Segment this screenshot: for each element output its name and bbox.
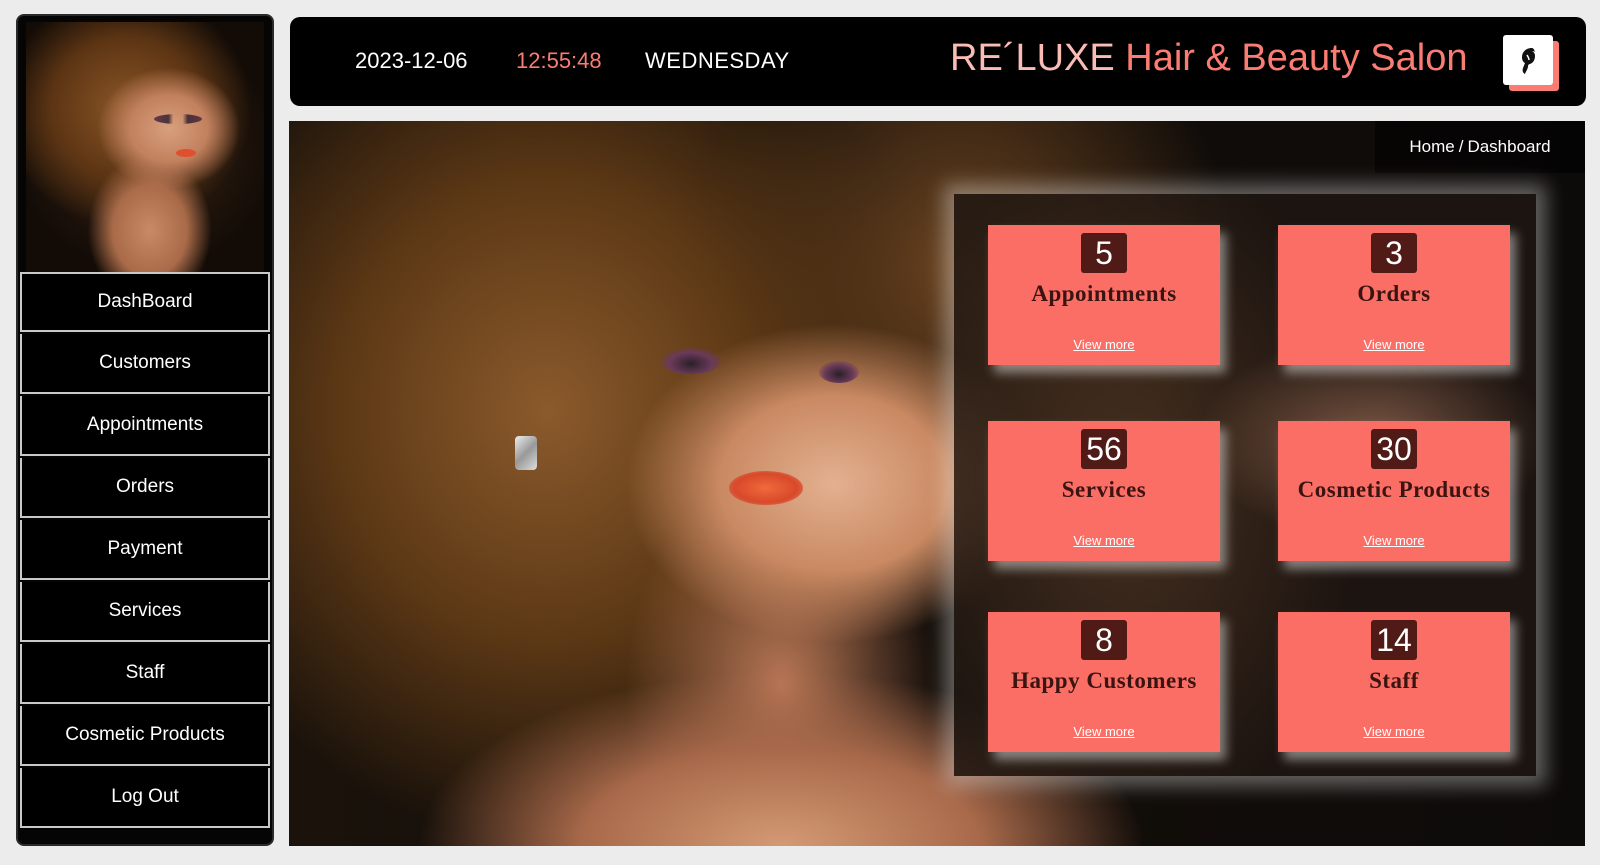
hero-earring: [515, 436, 537, 470]
stat-label: Services: [1061, 477, 1147, 502]
stat-count: 8: [1081, 620, 1127, 660]
view-more-link[interactable]: View more: [1278, 724, 1510, 739]
header-day: WEDNESDAY: [645, 48, 790, 73]
stat-card-happy-customers: 8 Happy Customers View more: [988, 612, 1220, 752]
stat-label: Orders: [1357, 281, 1431, 306]
stat-count: 14: [1371, 620, 1417, 660]
profile-photo: [26, 22, 264, 276]
sidebar-item-dashboard[interactable]: DashBoard: [20, 272, 270, 332]
view-more-link[interactable]: View more: [988, 724, 1220, 739]
stat-count: 5: [1081, 233, 1127, 273]
stat-card-orders: 3 Orders View more: [1278, 225, 1510, 365]
header-date: 2023-12-06: [355, 48, 468, 73]
hero-eye-right: [819, 361, 859, 383]
photo-eyes: [154, 114, 202, 124]
header-time: 12:55:48: [516, 48, 602, 73]
photo-lips: [176, 149, 196, 157]
stat-count: 56: [1081, 429, 1127, 469]
sidebar-item-customers[interactable]: Customers: [20, 334, 270, 394]
stat-label: Cosmetic Products: [1297, 477, 1491, 502]
stat-card-appointments: 5 Appointments View more: [988, 225, 1220, 365]
stat-card-staff: 14 Staff View more: [1278, 612, 1510, 752]
view-more-link[interactable]: View more: [988, 533, 1220, 548]
view-more-link[interactable]: View more: [1278, 533, 1510, 548]
stat-label: Appointments: [1031, 281, 1177, 306]
breadcrumb-separator: /: [1458, 137, 1464, 156]
hero-lips: [729, 471, 803, 505]
sidebar-item-cosmetic-products[interactable]: Cosmetic Products: [20, 706, 270, 766]
stat-count: 3: [1371, 233, 1417, 273]
hero-eye-left: [661, 348, 721, 374]
stat-card-cosmetic-products: 30 Cosmetic Products View more: [1278, 421, 1510, 561]
sidebar-item-payment[interactable]: Payment: [20, 520, 270, 580]
app-window: DashBoard Customers Appointments Orders …: [0, 0, 1600, 865]
stat-count: 30: [1371, 429, 1417, 469]
brand-subtitle: Hair & Beauty Salon: [1114, 37, 1468, 79]
main-content: Home / Dashboard 5 Appointments View mor…: [289, 121, 1585, 846]
stat-label: Staff: [1369, 668, 1419, 693]
sidebar-item-appointments[interactable]: Appointments: [20, 396, 270, 456]
view-more-link[interactable]: View more: [988, 337, 1220, 352]
brand-name: RE´LUXE: [950, 37, 1115, 79]
breadcrumb-home[interactable]: Home: [1409, 137, 1454, 157]
top-header: 2023-12-06 12:55:48 WEDNESDAY RE´LUXE Ha…: [290, 17, 1586, 106]
sidebar-item-services[interactable]: Services: [20, 582, 270, 642]
breadcrumb-current: Dashboard: [1467, 137, 1551, 156]
sidebar: DashBoard Customers Appointments Orders …: [16, 14, 274, 846]
stats-panel: 5 Appointments View more 3 Orders View m…: [954, 194, 1536, 776]
sidebar-nav: DashBoard Customers Appointments Orders …: [18, 272, 272, 830]
sidebar-item-logout[interactable]: Log Out: [20, 768, 270, 828]
sidebar-item-staff[interactable]: Staff: [20, 644, 270, 704]
woman-silhouette-icon[interactable]: [1503, 35, 1553, 85]
sidebar-item-orders[interactable]: Orders: [20, 458, 270, 518]
stat-card-services: 56 Services View more: [988, 421, 1220, 561]
view-more-link[interactable]: View more: [1278, 337, 1510, 352]
stat-label: Happy Customers: [1011, 668, 1197, 693]
brand-title: RE´LUXE Hair & Beauty Salon: [950, 37, 1467, 80]
breadcrumb: Home / Dashboard: [1375, 121, 1585, 173]
